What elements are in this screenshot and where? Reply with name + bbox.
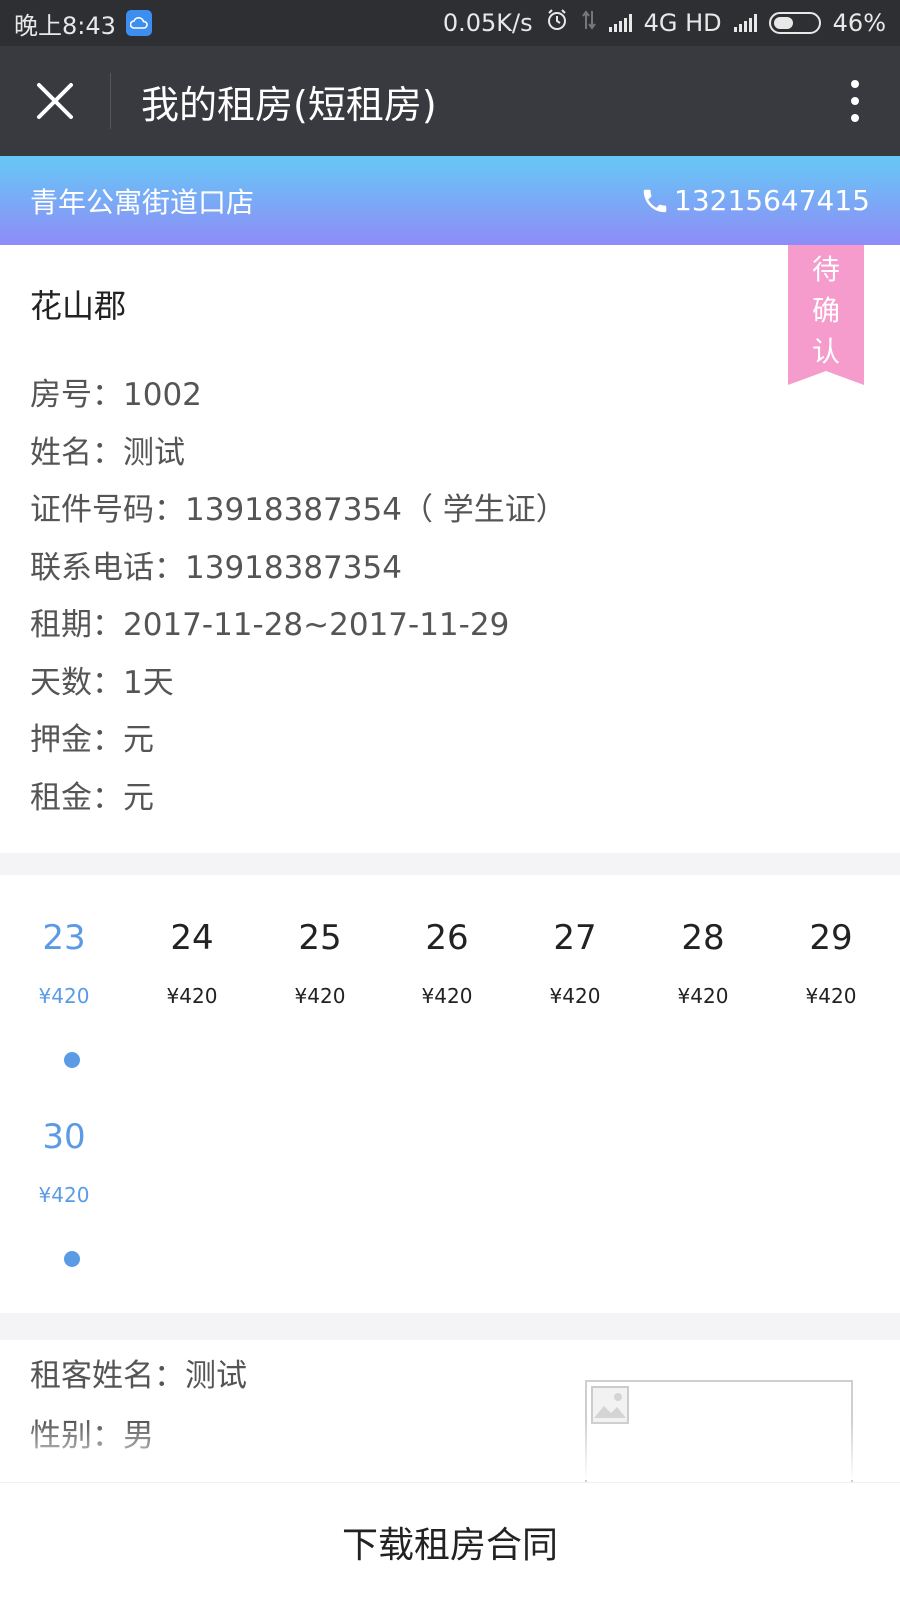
day-number: 28	[681, 918, 725, 958]
day-price: ¥420	[421, 984, 473, 1008]
status-char: 认	[811, 335, 840, 368]
signal-icon-2	[733, 14, 757, 32]
field-id-number: 证件号码：13918387354（ 学生证）	[30, 492, 567, 528]
store-phone-link[interactable]: 13215647415	[640, 184, 870, 217]
field-rent: 租金：元	[30, 779, 154, 816]
field-room-number: 房号：1002	[30, 377, 202, 413]
day-price: ¥420	[549, 984, 601, 1008]
selected-day-dot	[64, 1052, 80, 1068]
signal-icon	[608, 14, 632, 32]
day-price: ¥420	[805, 984, 857, 1008]
day-number: 25	[298, 918, 342, 958]
scroll-fade	[0, 1420, 900, 1480]
alarm-icon	[545, 8, 569, 38]
estate-name: 花山郡	[30, 287, 127, 325]
phone-icon	[643, 189, 667, 212]
day-number: 24	[170, 918, 214, 958]
data-transfer-icon	[581, 9, 597, 37]
booking-info-card: 花山郡 房号：1002 姓名：测试 证件号码：13918387354（ 学生证）…	[0, 245, 900, 853]
calendar-day-27[interactable]: 27 ¥420	[511, 918, 639, 1008]
calendar-day-23[interactable]: 23 ¥420	[0, 918, 128, 1068]
field-days: 天数：1天	[30, 664, 174, 701]
status-char: 确	[811, 294, 840, 327]
net-speed: 0.05K/s	[442, 9, 533, 37]
calendar-day-24[interactable]: 24 ¥420	[128, 918, 256, 1008]
status-time: 晚上8:43	[14, 11, 116, 40]
image-placeholder-icon	[591, 1386, 629, 1424]
close-icon	[37, 83, 73, 119]
status-badge: 待 确 认	[788, 245, 864, 385]
tenant-name: 租客姓名：测试	[30, 1358, 247, 1394]
field-deposit: 押金：元	[30, 722, 154, 758]
store-phone-number: 13215647415	[674, 184, 870, 217]
network-type: 4G HD	[643, 9, 722, 37]
more-dot	[851, 114, 859, 122]
calendar-day-26[interactable]: 26 ¥420	[383, 918, 511, 1008]
field-phone: 联系电话：13918387354	[30, 549, 402, 586]
calendar-day-29[interactable]: 29 ¥420	[767, 918, 895, 1008]
booking-fields: 房号：1002 姓名：测试 证件号码：13918387354（ 学生证） 联系电…	[30, 367, 870, 827]
section-gap	[0, 1313, 900, 1340]
cloud-icon	[125, 10, 152, 36]
calendar-day-25[interactable]: 25 ¥420	[256, 918, 384, 1008]
day-number: 30	[42, 1117, 86, 1157]
more-dot	[851, 80, 859, 88]
field-name: 姓名：测试	[30, 434, 185, 471]
price-calendar: 23 ¥420 24 ¥420 25 ¥420 26 ¥420 27 ¥420 …	[0, 875, 900, 1313]
store-name: 青年公寓街道口店	[30, 185, 255, 219]
day-number: 23	[42, 918, 86, 958]
day-price: ¥420	[38, 984, 90, 1008]
section-gap	[0, 853, 900, 875]
close-button[interactable]	[0, 46, 110, 156]
more-dot	[851, 97, 859, 105]
page-title: 我的租房(短租房)	[141, 82, 437, 127]
day-price: ¥420	[677, 984, 729, 1008]
day-price: ¥420	[166, 984, 218, 1008]
calendar-day-28[interactable]: 28 ¥420	[639, 918, 767, 1008]
calendar-day-30[interactable]: 30 ¥420	[0, 1117, 128, 1267]
title-divider	[110, 73, 111, 129]
title-bar: 我的租房(短租房)	[0, 46, 900, 156]
battery-icon	[768, 12, 821, 34]
selected-day-dot	[64, 1251, 80, 1267]
download-contract-label: 下载租房合同	[341, 1524, 558, 1566]
more-options-button[interactable]	[810, 46, 900, 156]
day-number: 27	[553, 918, 597, 958]
store-bar: 青年公寓街道口店 13215647415	[0, 156, 900, 245]
download-contract-button[interactable]: 下载租房合同	[0, 1482, 900, 1600]
status-char: 待	[811, 253, 840, 286]
day-number: 26	[425, 918, 469, 958]
day-price: ¥420	[294, 984, 346, 1008]
field-lease-period: 租期：2017-11-28~2017-11-29	[30, 607, 510, 643]
status-bar: 晚上8:43 0.05K/s 4G HD 46%	[0, 0, 900, 46]
battery-percent: 46%	[832, 9, 886, 37]
day-number: 29	[809, 918, 853, 958]
day-price: ¥420	[38, 1183, 90, 1207]
